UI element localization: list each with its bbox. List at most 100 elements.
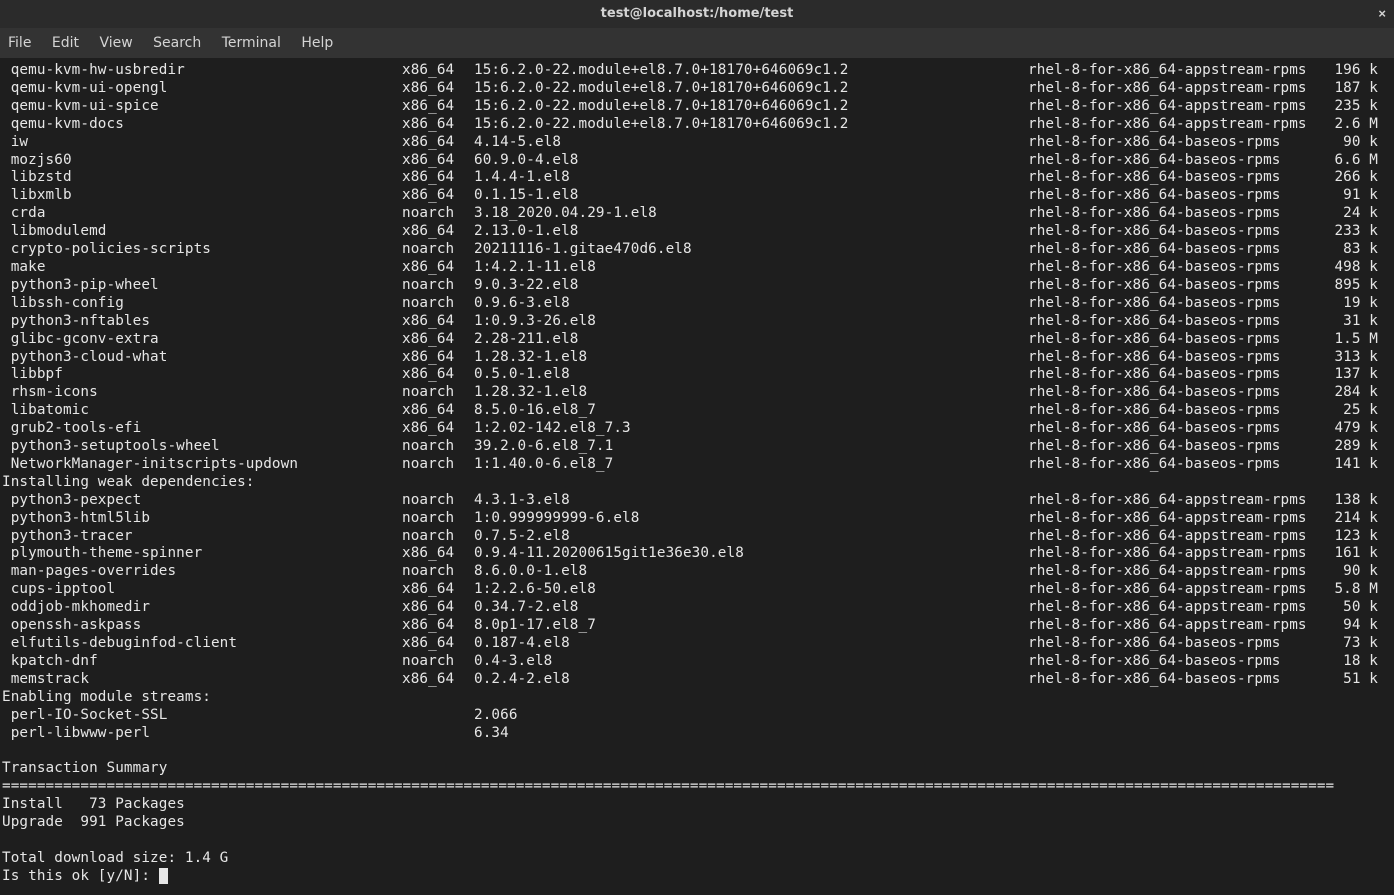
pkg-version: 0.9.4-11.20200615git1e36e30.el8 [474, 545, 1028, 563]
package-row: crdanoarch3.18_2020.04.29-1.el8rhel-8-fo… [2, 205, 1388, 223]
package-row: oddjob-mkhomedirx86_640.34.7-2.el8rhel-8… [2, 599, 1388, 617]
pkg-size: 895 k [1314, 277, 1378, 295]
pkg-name: glibc-gconv-extra [2, 331, 402, 349]
package-row: iwx86_644.14-5.el8rhel-8-for-x86_64-base… [2, 134, 1388, 152]
pkg-size: 233 k [1314, 223, 1378, 241]
pkg-size: 90 k [1314, 134, 1378, 152]
menu-view[interactable]: View [99, 35, 132, 51]
pkg-repo: rhel-8-for-x86_64-baseos-rpms [1028, 653, 1314, 671]
pkg-arch: noarch [402, 241, 474, 259]
terminal-output[interactable]: qemu-kvm-hw-usbredirx86_6415:6.2.0-22.mo… [0, 58, 1394, 886]
pkg-name: crypto-policies-scripts [2, 241, 402, 259]
pkg-arch: x86_64 [402, 617, 474, 635]
pkg-repo: rhel-8-for-x86_64-baseos-rpms [1028, 259, 1314, 277]
pkg-size: 235 k [1314, 98, 1378, 116]
pkg-size: 6.6 M [1314, 152, 1378, 170]
pkg-arch: noarch [402, 528, 474, 546]
window-title: test@localhost:/home/test [601, 6, 794, 21]
menu-file[interactable]: File [8, 35, 31, 51]
confirm-prompt[interactable]: Is this ok [y/N]: [2, 868, 1388, 886]
pkg-repo: rhel-8-for-x86_64-baseos-rpms [1028, 420, 1314, 438]
pkg-version: 15:6.2.0-22.module+el8.7.0+18170+646069c… [474, 62, 1028, 80]
package-row: python3-cloud-whatx86_641.28.32-1.el8rhe… [2, 349, 1388, 367]
pkg-size: 479 k [1314, 420, 1378, 438]
pkg-size: 73 k [1314, 635, 1378, 653]
pkg-repo: rhel-8-for-x86_64-baseos-rpms [1028, 241, 1314, 259]
pkg-version: 1:1.40.0-6.el8_7 [474, 456, 1028, 474]
summary-rule: ========================================… [2, 778, 1388, 796]
pkg-version: 15:6.2.0-22.module+el8.7.0+18170+646069c… [474, 116, 1028, 134]
package-row: qemu-kvm-hw-usbredirx86_6415:6.2.0-22.mo… [2, 62, 1388, 80]
pkg-repo: rhel-8-for-x86_64-appstream-rpms [1028, 545, 1314, 563]
pkg-name: python3-html5lib [2, 510, 402, 528]
menu-help[interactable]: Help [301, 35, 333, 51]
pkg-version: 39.2.0-6.el8_7.1 [474, 438, 1028, 456]
pkg-version: 4.3.1-3.el8 [474, 492, 1028, 510]
pkg-name: mozjs60 [2, 152, 402, 170]
pkg-version: 2.13.0-1.el8 [474, 223, 1028, 241]
pkg-size: 161 k [1314, 545, 1378, 563]
pkg-arch: noarch [402, 438, 474, 456]
menu-edit[interactable]: Edit [52, 35, 79, 51]
pkg-size: 18 k [1314, 653, 1378, 671]
pkg-version: 1:2.02-142.el8_7.3 [474, 420, 1028, 438]
pkg-name: kpatch-dnf [2, 653, 402, 671]
pkg-arch: x86_64 [402, 635, 474, 653]
pkg-size: 83 k [1314, 241, 1378, 259]
pkg-size: 94 k [1314, 617, 1378, 635]
pkg-repo: rhel-8-for-x86_64-baseos-rpms [1028, 402, 1314, 420]
pkg-name: libbpf [2, 366, 402, 384]
pkg-size: 266 k [1314, 169, 1378, 187]
pkg-repo: rhel-8-for-x86_64-baseos-rpms [1028, 366, 1314, 384]
pkg-name: python3-pexpect [2, 492, 402, 510]
pkg-arch: x86_64 [402, 116, 474, 134]
menu-terminal[interactable]: Terminal [222, 35, 281, 51]
summary-download: Total download size: 1.4 G [2, 850, 1388, 868]
pkg-version: 20211116-1.gitae470d6.el8 [474, 241, 1028, 259]
pkg-size: 1.5 M [1314, 331, 1378, 349]
pkg-arch: x86_64 [402, 80, 474, 98]
pkg-arch: x86_64 [402, 134, 474, 152]
package-row: libzstdx86_641.4.4-1.el8rhel-8-for-x86_6… [2, 169, 1388, 187]
pkg-version: 8.5.0-16.el8_7 [474, 402, 1028, 420]
pkg-arch: x86_64 [402, 349, 474, 367]
pkg-name: elfutils-debuginfod-client [2, 635, 402, 653]
pkg-version: 1.28.32-1.el8 [474, 349, 1028, 367]
menu-search[interactable]: Search [153, 35, 201, 51]
pkg-arch: x86_64 [402, 152, 474, 170]
pkg-version: 1.4.4-1.el8 [474, 169, 1028, 187]
package-row: mozjs60x86_6460.9.0-4.el8rhel-8-for-x86_… [2, 152, 1388, 170]
pkg-repo: rhel-8-for-x86_64-baseos-rpms [1028, 205, 1314, 223]
pkg-name: qemu-kvm-ui-spice [2, 98, 402, 116]
pkg-size: 91 k [1314, 187, 1378, 205]
pkg-arch: x86_64 [402, 331, 474, 349]
pkg-version: 1.28.32-1.el8 [474, 384, 1028, 402]
pkg-repo: rhel-8-for-x86_64-baseos-rpms [1028, 152, 1314, 170]
pkg-size: 90 k [1314, 563, 1378, 581]
pkg-name: qemu-kvm-hw-usbredir [2, 62, 402, 80]
pkg-version: 8.6.0.0-1.el8 [474, 563, 1028, 581]
pkg-version: 0.9.6-3.el8 [474, 295, 1028, 313]
pkg-repo: rhel-8-for-x86_64-baseos-rpms [1028, 635, 1314, 653]
close-icon[interactable]: × [1378, 0, 1386, 28]
pkg-size: 24 k [1314, 205, 1378, 223]
package-row: python3-pexpectnoarch4.3.1-3.el8rhel-8-f… [2, 492, 1388, 510]
module-version: 6.34 [474, 725, 1028, 743]
pkg-version: 0.34.7-2.el8 [474, 599, 1028, 617]
module-row: perl-IO-Socket-SSL 2.066 [2, 707, 1388, 725]
pkg-size: 498 k [1314, 259, 1378, 277]
pkg-repo: rhel-8-for-x86_64-baseos-rpms [1028, 331, 1314, 349]
pkg-arch: x86_64 [402, 366, 474, 384]
pkg-arch: x86_64 [402, 671, 474, 689]
pkg-version: 1:0.999999999-6.el8 [474, 510, 1028, 528]
package-row: NetworkManager-initscripts-updownnoarch1… [2, 456, 1388, 474]
pkg-arch: x86_64 [402, 98, 474, 116]
pkg-repo: rhel-8-for-x86_64-appstream-rpms [1028, 581, 1314, 599]
pkg-repo: rhel-8-for-x86_64-appstream-rpms [1028, 510, 1314, 528]
package-row: cups-ipptoolx86_641:2.2.6-50.el8rhel-8-f… [2, 581, 1388, 599]
package-row: qemu-kvm-ui-spicex86_6415:6.2.0-22.modul… [2, 98, 1388, 116]
pkg-repo: rhel-8-for-x86_64-appstream-rpms [1028, 98, 1314, 116]
pkg-version: 3.18_2020.04.29-1.el8 [474, 205, 1028, 223]
summary-install: Install 73 Packages [2, 796, 1388, 814]
pkg-arch: x86_64 [402, 187, 474, 205]
